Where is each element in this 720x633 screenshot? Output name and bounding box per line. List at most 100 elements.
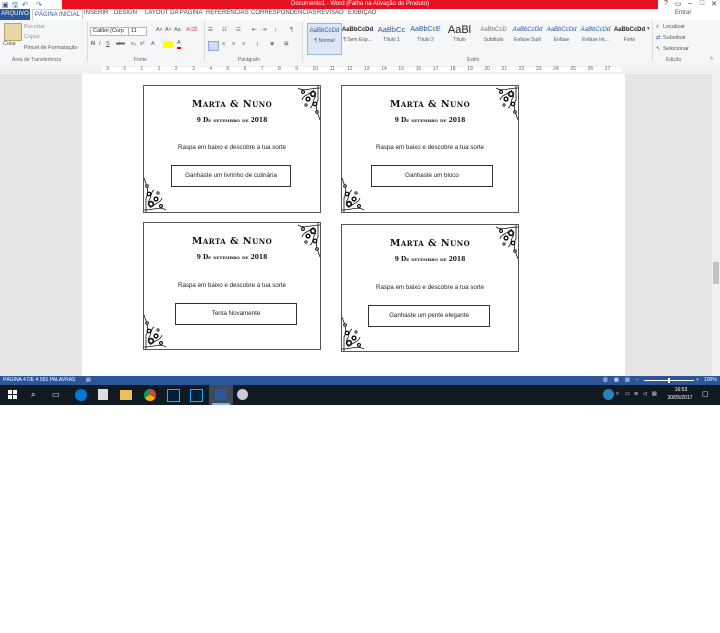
- chrome-icon[interactable]: [144, 389, 156, 401]
- style-item[interactable]: AaBbCcE Título 2: [409, 23, 442, 53]
- battery-icon[interactable]: ▭: [625, 391, 630, 397]
- redo-icon[interactable]: ↷: [36, 1, 42, 9]
- tab-file[interactable]: ARQUIVO: [0, 9, 30, 20]
- sort-icon[interactable]: ↕: [274, 27, 277, 33]
- zoom-in-icon[interactable]: +: [696, 377, 699, 383]
- find-button[interactable]: Localizar: [663, 24, 685, 30]
- task-view-icon[interactable]: ▭: [52, 390, 60, 399]
- page-count[interactable]: PÁGINA 4 DE 4: [3, 377, 38, 383]
- align-center-icon[interactable]: ≡: [222, 41, 225, 47]
- multilevel-list-icon[interactable]: ☲: [236, 27, 241, 33]
- font-name-combo[interactable]: Calibri (Corp: [90, 27, 129, 36]
- word-icon[interactable]: [215, 389, 226, 400]
- align-right-icon[interactable]: ≡: [232, 41, 235, 47]
- paste-button[interactable]: Colar: [3, 41, 16, 47]
- search-icon[interactable]: ⌕: [656, 24, 659, 31]
- tab-page-layout[interactable]: LAYOUT DA PÁGINA: [145, 10, 202, 16]
- select-button[interactable]: Selecionar: [663, 46, 689, 52]
- scratch-card[interactable]: Marta & Nuno 9 De setembro de 2018 Raspa e…: [143, 222, 321, 350]
- line-spacing-icon[interactable]: ↨: [256, 41, 259, 47]
- photoshop-icon[interactable]: [167, 389, 180, 402]
- underline-icon[interactable]: S: [106, 41, 110, 47]
- language-icon[interactable]: ▤: [652, 391, 657, 397]
- strikethrough-icon[interactable]: abc: [116, 41, 125, 47]
- styles-more-icon[interactable]: ▾: [647, 26, 650, 32]
- style-item[interactable]: AaBbCcDd Forte: [613, 23, 646, 53]
- style-item[interactable]: AaBbCcDd ¶ Sem Esp...: [341, 23, 374, 53]
- paste-icon[interactable]: [4, 23, 22, 41]
- replace-button[interactable]: Substituir: [663, 35, 686, 41]
- bold-icon[interactable]: N: [91, 41, 95, 47]
- maximize-icon[interactable]: □: [696, 0, 708, 7]
- print-layout-icon[interactable]: ▦: [614, 377, 619, 383]
- store-icon[interactable]: [98, 389, 108, 400]
- replace-icon[interactable]: ⇄: [656, 35, 661, 41]
- grow-font-icon[interactable]: A˄: [156, 27, 163, 33]
- tab-insert[interactable]: INSERIR: [84, 10, 108, 16]
- superscript-icon[interactable]: x²: [140, 41, 145, 47]
- font-color-icon[interactable]: A: [177, 40, 181, 49]
- scratch-card[interactable]: Marta & Nuno 9 De setembro de 2018 Raspa e…: [143, 85, 321, 213]
- show-marks-icon[interactable]: ¶: [290, 27, 293, 33]
- ribbon-options-icon[interactable]: ▭: [672, 0, 684, 8]
- numbering-icon[interactable]: ☷: [222, 27, 227, 33]
- search-icon[interactable]: ⌕: [31, 390, 35, 400]
- tab-home[interactable]: PÁGINA INICIAL: [32, 9, 84, 20]
- vertical-scrollbar[interactable]: [712, 74, 720, 376]
- proofing-icon[interactable]: ▤: [86, 377, 91, 383]
- read-mode-icon[interactable]: ▥: [603, 377, 608, 383]
- style-item[interactable]: AaBbCcD Subtítulo: [477, 23, 510, 53]
- shading-icon[interactable]: ◈: [270, 41, 274, 47]
- cut-button[interactable]: Recortar: [24, 24, 45, 30]
- clock-time[interactable]: 16:53: [668, 387, 694, 393]
- close-icon[interactable]: ✕: [708, 0, 720, 8]
- help-button[interactable]: ?: [660, 0, 672, 7]
- scrollbar-thumb[interactable]: [713, 262, 719, 284]
- account-link[interactable]: Entrar: [675, 10, 691, 16]
- bullets-icon[interactable]: ☰: [208, 27, 213, 33]
- network-app-icon[interactable]: [603, 389, 614, 400]
- style-item[interactable]: AaBbCcDd ¶ Normal: [307, 23, 342, 55]
- clock-date[interactable]: 30/05/2017: [662, 395, 698, 401]
- align-left-icon[interactable]: [208, 41, 219, 51]
- wifi-icon[interactable]: ≋: [634, 391, 638, 397]
- style-item[interactable]: AaBbCc Título 1: [375, 23, 408, 53]
- app-icon[interactable]: [237, 389, 248, 400]
- clear-format-icon[interactable]: A⌫: [186, 27, 197, 33]
- decrease-indent-icon[interactable]: ⇤: [252, 27, 257, 33]
- justify-icon[interactable]: ≡: [242, 41, 245, 47]
- shrink-font-icon[interactable]: A˅: [165, 27, 172, 33]
- file-explorer-icon[interactable]: [120, 390, 132, 400]
- font-size-combo[interactable]: 11: [128, 27, 147, 36]
- tab-design[interactable]: DESIGN: [114, 10, 137, 16]
- zoom-slider-thumb[interactable]: [668, 378, 670, 383]
- increase-indent-icon[interactable]: ⇥: [262, 27, 267, 33]
- highlight-icon[interactable]: [163, 41, 173, 48]
- minimize-icon[interactable]: –: [684, 0, 696, 7]
- change-case-icon[interactable]: Aa: [174, 27, 181, 33]
- lightroom-icon[interactable]: [190, 389, 203, 402]
- tab-mailings[interactable]: CORRESPONDÊNCIAS: [251, 10, 316, 16]
- windows-start-icon[interactable]: [8, 390, 17, 399]
- scratch-card[interactable]: Marta & Nuno 9 De setembro de 2018 Raspa e…: [341, 85, 519, 213]
- copy-button[interactable]: Copiar: [24, 34, 40, 40]
- select-icon[interactable]: ↖: [656, 46, 661, 52]
- borders-icon[interactable]: ⊞: [284, 41, 289, 47]
- collapse-ribbon-icon[interactable]: ˄: [710, 56, 713, 62]
- undo-icon[interactable]: ↶: [22, 1, 28, 9]
- scratch-card[interactable]: Marta & Nuno 9 De setembro de 2018 Raspa e…: [341, 224, 519, 352]
- notifications-icon[interactable]: ▢: [702, 390, 709, 398]
- volume-icon[interactable]: ◁: [643, 391, 647, 397]
- tab-view[interactable]: EXIBIÇÃO: [348, 10, 376, 16]
- style-item[interactable]: AaBl Título: [443, 23, 476, 53]
- tray-overflow-icon[interactable]: ˄: [616, 391, 619, 397]
- zoom-level[interactable]: 100%: [704, 377, 717, 383]
- style-item[interactable]: AaBbCcDd Ênfase Sutil: [511, 23, 544, 53]
- page[interactable]: Marta & Nuno 9 De setembro de 2018 Raspa e…: [82, 74, 625, 376]
- horizontal-ruler[interactable]: 3 2 1 1 2 3 4 5 6 7 8 9 10 11 12 13 14 15 16 17 18 19 20 21 22 23…: [0, 66, 720, 74]
- zoom-out-icon[interactable]: −: [636, 377, 639, 383]
- format-painter-button[interactable]: Pincel de Formatação: [24, 45, 78, 51]
- edge-icon[interactable]: [75, 389, 87, 401]
- tab-review[interactable]: REVISÃO: [317, 10, 344, 16]
- style-item[interactable]: AaBbCcDd Ênfase: [545, 23, 578, 53]
